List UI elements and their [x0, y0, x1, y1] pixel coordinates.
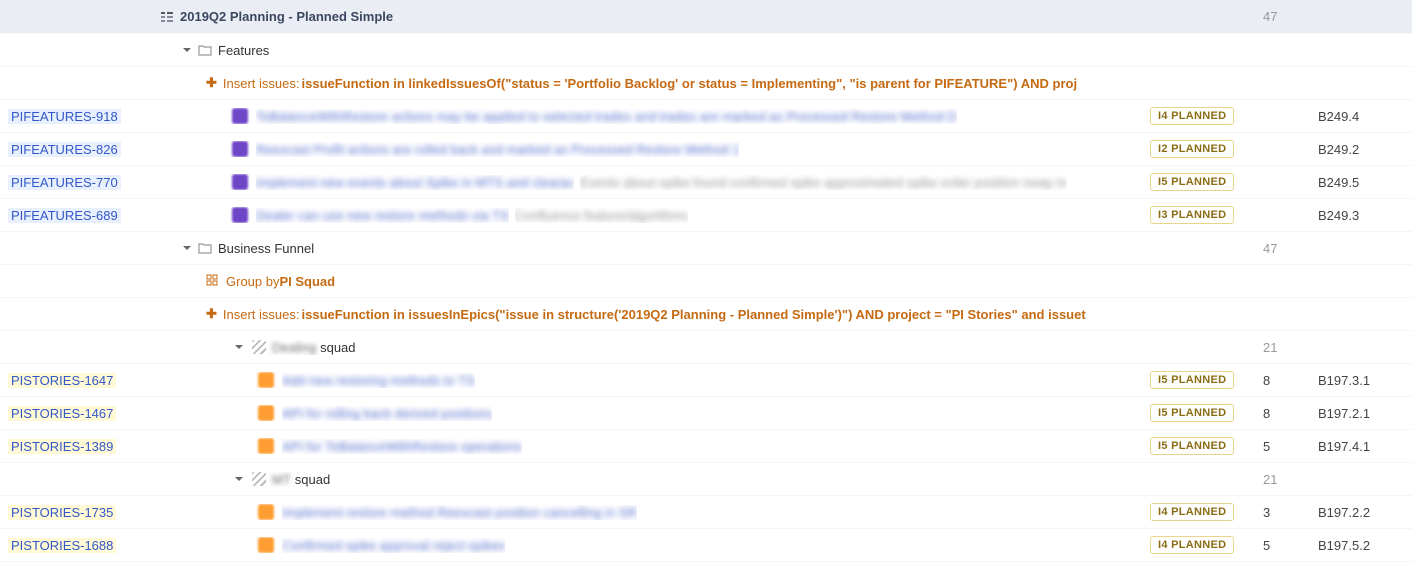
story-points: 5	[1255, 439, 1310, 454]
status-badge[interactable]: I2 PLANNED	[1150, 140, 1234, 158]
issue-type-icon	[258, 372, 274, 388]
story-points: 3	[1255, 505, 1310, 520]
folder-icon	[198, 242, 212, 254]
expand-toggle[interactable]	[232, 340, 246, 354]
business-value: B197.5.2	[1310, 538, 1400, 553]
structure-header: 2019Q2 Planning - Planned Simple 47	[0, 0, 1412, 34]
business-value: B249.5	[1310, 175, 1400, 190]
squad-count: 21	[1255, 340, 1310, 355]
issue-summary: Reexcast Profit actions are rolled back …	[256, 142, 739, 157]
insert-label: Insert issues:	[223, 307, 300, 322]
issue-key-link[interactable]: PIFEATURES-689	[8, 208, 121, 223]
business-value: B249.3	[1310, 208, 1400, 223]
issue-key-link[interactable]: PISTORIES-1389	[8, 439, 116, 454]
issue-type-icon	[232, 207, 248, 223]
squad-row[interactable]: MT squad 21	[0, 463, 1412, 496]
expand-toggle[interactable]	[180, 241, 194, 255]
issue-summary: Confirmed spike approval reject spikes	[282, 538, 505, 553]
issue-row[interactable]: PISTORIES-1647 Add new restoring methods…	[0, 364, 1412, 397]
group-marker-icon	[252, 472, 266, 486]
plus-icon: ✚	[206, 306, 217, 322]
issue-summary: Implement new events about Spike in MTS …	[256, 175, 574, 190]
issue-row[interactable]: PIFEATURES-689 Dealer can use new restor…	[0, 199, 1412, 232]
insert-query: issueFunction in issuesInEpics("issue in…	[302, 307, 1086, 322]
business-value: B197.2.1	[1310, 406, 1400, 421]
issue-row[interactable]: PISTORIES-1735 Implement restore method …	[0, 496, 1412, 529]
squad-name-blur: Dealing	[272, 340, 316, 355]
status-badge[interactable]: I5 PLANNED	[1150, 173, 1234, 191]
issue-type-icon	[258, 438, 274, 454]
issue-key-link[interactable]: PIFEATURES-826	[8, 142, 121, 157]
group-rule-row[interactable]: Group by PI Squad	[0, 265, 1412, 298]
issue-summary: Add new restoring methods to TS	[282, 373, 475, 388]
issue-row[interactable]: PISTORIES-1389 API for ToBalanceWithRest…	[0, 430, 1412, 463]
structure-icon	[160, 10, 174, 24]
structure-title: 2019Q2 Planning - Planned Simple	[180, 9, 393, 24]
insert-label: Insert issues:	[223, 76, 300, 91]
issue-summary: ToBalanceWithRestore actions may be appl…	[256, 109, 957, 124]
squad-name-blur: MT	[272, 472, 291, 487]
folder-row-features[interactable]: Features	[0, 34, 1412, 67]
business-value: B249.4	[1310, 109, 1400, 124]
squad-suffix: squad	[320, 340, 355, 355]
issue-type-icon	[258, 405, 274, 421]
status-badge[interactable]: I4 PLANNED	[1150, 536, 1234, 554]
issue-key-link[interactable]: PIFEATURES-770	[8, 175, 121, 190]
insert-query: issueFunction in linkedIssuesOf("status …	[302, 76, 1078, 91]
group-label: Group by	[226, 274, 279, 289]
issue-row[interactable]: PISTORIES-1467 API for rolling back deri…	[0, 397, 1412, 430]
business-value: B197.2.2	[1310, 505, 1400, 520]
squad-row[interactable]: Dealing squad 21	[0, 331, 1412, 364]
squad-suffix: squad	[295, 472, 330, 487]
status-badge[interactable]: I3 PLANNED	[1150, 206, 1234, 224]
business-value: B249.2	[1310, 142, 1400, 157]
issue-subtext: Confluence feature/algorithms	[515, 208, 688, 223]
folder-label: Business Funnel	[218, 241, 314, 256]
status-badge[interactable]: I5 PLANNED	[1150, 404, 1234, 422]
issue-key-link[interactable]: PIFEATURES-918	[8, 109, 121, 124]
issue-type-icon	[232, 174, 248, 190]
insert-rule-funnel[interactable]: ✚ Insert issues: issueFunction in issues…	[0, 298, 1412, 331]
story-points: 5	[1255, 538, 1310, 553]
insert-rule-features[interactable]: ✚ Insert issues: issueFunction in linked…	[0, 67, 1412, 100]
header-count: 47	[1255, 9, 1310, 24]
status-badge[interactable]: I4 PLANNED	[1150, 503, 1234, 521]
folder-icon	[198, 44, 212, 56]
folder-count: 47	[1255, 241, 1310, 256]
status-badge[interactable]: I5 PLANNED	[1150, 437, 1234, 455]
business-value: B197.4.1	[1310, 439, 1400, 454]
issue-type-icon	[258, 504, 274, 520]
issue-key-link[interactable]: PISTORIES-1647	[8, 373, 116, 388]
status-badge[interactable]: I4 PLANNED	[1150, 107, 1234, 125]
plus-icon: ✚	[206, 75, 217, 91]
issue-summary: Implement restore method Reexcast positi…	[282, 505, 637, 520]
expand-toggle[interactable]	[232, 472, 246, 486]
expand-toggle[interactable]	[180, 43, 194, 57]
issue-summary: API for ToBalanceWithRestore operations	[282, 439, 522, 454]
issue-key-link[interactable]: PISTORIES-1467	[8, 406, 116, 421]
issue-type-icon	[232, 108, 248, 124]
story-points: 8	[1255, 373, 1310, 388]
business-value: B197.3.1	[1310, 373, 1400, 388]
squad-count: 21	[1255, 472, 1310, 487]
folder-row-business-funnel[interactable]: Business Funnel 47	[0, 232, 1412, 265]
story-points: 8	[1255, 406, 1310, 421]
issue-row[interactable]: PIFEATURES-770 Implement new events abou…	[0, 166, 1412, 199]
group-field: PI Squad	[279, 274, 335, 289]
issue-subtext: Events about spike found confirmed spike…	[580, 175, 1067, 190]
issue-type-icon	[232, 141, 248, 157]
issue-type-icon	[258, 537, 274, 553]
folder-label: Features	[218, 43, 269, 58]
group-marker-icon	[252, 340, 266, 354]
status-badge[interactable]: I5 PLANNED	[1150, 371, 1234, 389]
issue-row[interactable]: PIFEATURES-918 ToBalanceWithRestore acti…	[0, 100, 1412, 133]
issue-key-link[interactable]: PISTORIES-1688	[8, 538, 116, 553]
group-icon	[206, 274, 220, 288]
issue-summary: Dealer can use new restore methods via T…	[256, 208, 509, 223]
issue-key-link[interactable]: PISTORIES-1735	[8, 505, 116, 520]
issue-summary: API for rolling back derived positions	[282, 406, 492, 421]
issue-row[interactable]: PISTORIES-1688 Confirmed spike approval …	[0, 529, 1412, 562]
issue-row[interactable]: PIFEATURES-826 Reexcast Profit actions a…	[0, 133, 1412, 166]
